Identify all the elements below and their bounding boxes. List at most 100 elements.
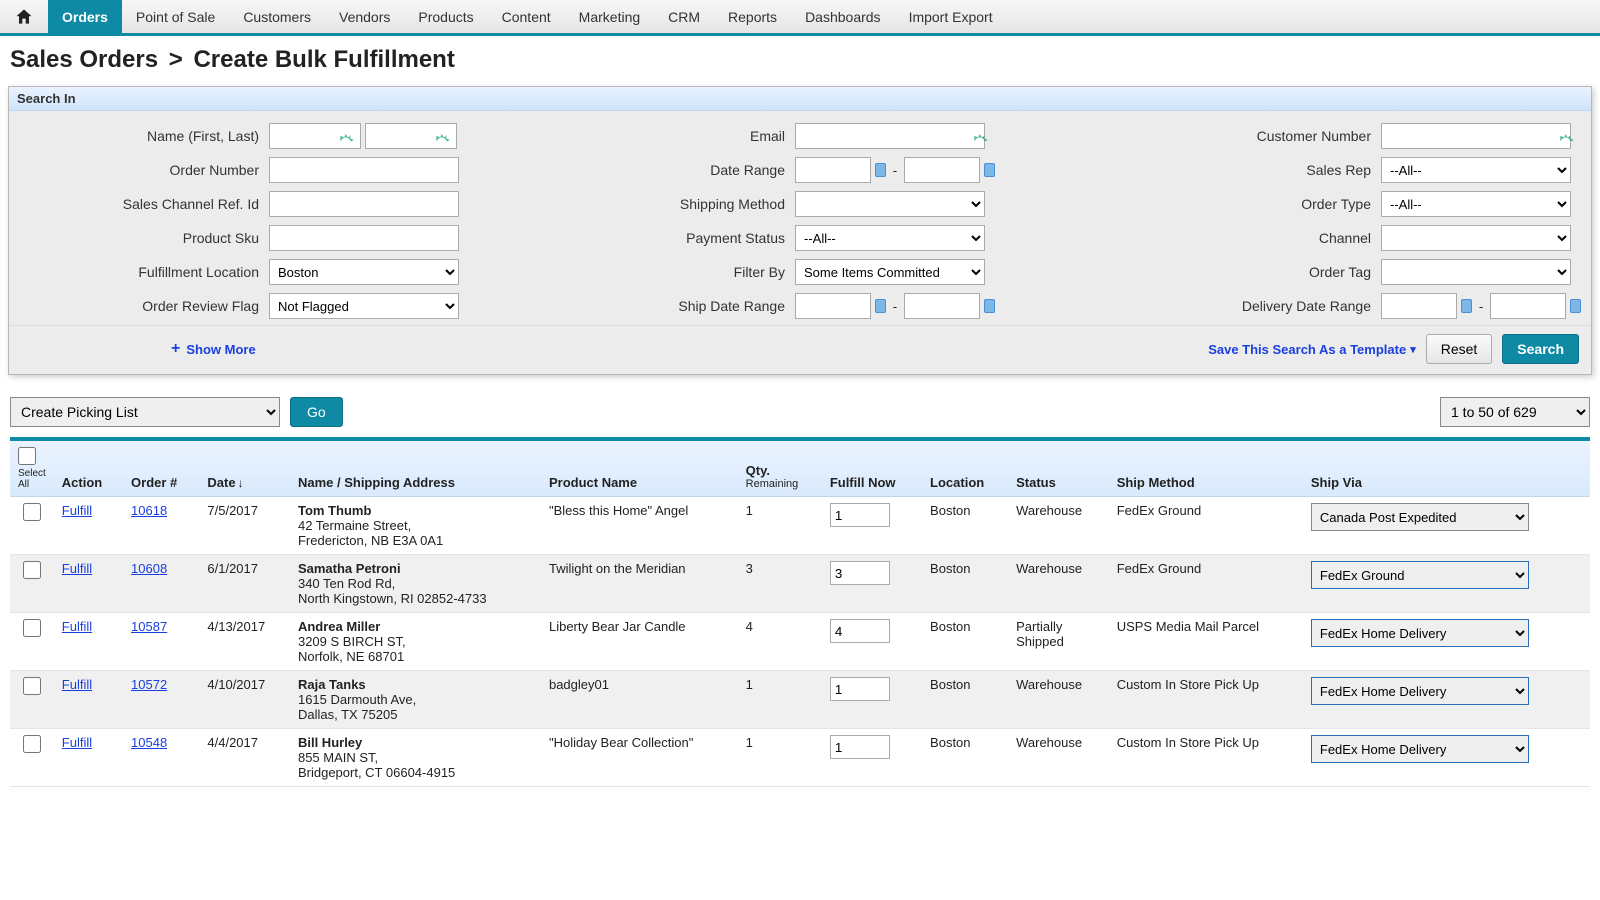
ship-via-select[interactable]: FedEx Home Delivery <box>1311 677 1529 705</box>
label-shipping-method: Shipping Method <box>655 196 795 212</box>
first-name-input[interactable] <box>269 123 361 149</box>
fulfill-link[interactable]: Fulfill <box>62 735 92 750</box>
show-more-link[interactable]: + Show More <box>171 340 256 358</box>
cell-name-addr: Bill Hurley855 MAIN ST,Bridgeport, CT 06… <box>290 729 541 787</box>
order-type-select[interactable]: --All-- <box>1381 191 1571 217</box>
payment-status-select[interactable]: --All-- <box>795 225 985 251</box>
order-tag-select[interactable] <box>1381 259 1571 285</box>
nav-tab-products[interactable]: Products <box>404 0 487 33</box>
nav-tab-import-export[interactable]: Import Export <box>895 0 1007 33</box>
channel-select[interactable] <box>1381 225 1571 251</box>
label-channel: Channel <box>1181 230 1381 246</box>
order-number-link[interactable]: 10587 <box>131 619 167 634</box>
calendar-icon[interactable] <box>875 299 886 313</box>
fulfill-now-input[interactable] <box>830 503 890 527</box>
col-product-name[interactable]: Product Name <box>541 441 738 497</box>
bulk-action-select[interactable]: Create Picking List <box>10 397 280 427</box>
calendar-icon[interactable] <box>984 299 995 313</box>
sales-rep-select[interactable]: --All-- <box>1381 157 1571 183</box>
search-button[interactable]: Search <box>1502 334 1579 364</box>
fulfill-now-input[interactable] <box>830 677 890 701</box>
fulfill-link[interactable]: Fulfill <box>62 619 92 634</box>
calendar-icon[interactable] <box>1570 299 1581 313</box>
col-action[interactable]: Action <box>54 441 123 497</box>
nav-tab-customers[interactable]: Customers <box>229 0 325 33</box>
fulfillment-location-select[interactable]: Boston <box>269 259 459 285</box>
calendar-icon[interactable] <box>1461 299 1472 313</box>
email-input[interactable] <box>795 123 985 149</box>
nav-tab-crm[interactable]: CRM <box>654 0 714 33</box>
label-order-number: Order Number <box>19 162 269 178</box>
col-qty-remaining[interactable]: Qty.Remaining <box>738 441 822 497</box>
fulfill-now-input[interactable] <box>830 619 890 643</box>
calendar-icon[interactable] <box>875 163 886 177</box>
ship-via-select[interactable]: FedEx Home Delivery <box>1311 735 1529 763</box>
save-search-template-link[interactable]: Save This Search As a Template ▾ <box>1208 342 1416 357</box>
select-all-checkbox[interactable] <box>18 447 36 465</box>
order-number-link[interactable]: 10618 <box>131 503 167 518</box>
fulfill-link[interactable]: Fulfill <box>62 677 92 692</box>
nav-tab-dashboards[interactable]: Dashboards <box>791 0 895 33</box>
cell-date: 4/4/2017 <box>199 729 290 787</box>
nav-tab-content[interactable]: Content <box>488 0 565 33</box>
delivery-date-from-input[interactable] <box>1381 293 1457 319</box>
nav-tab-orders[interactable]: Orders <box>48 0 122 33</box>
ship-via-select[interactable]: Canada Post Expedited <box>1311 503 1529 531</box>
cell-ship-method: Custom In Store Pick Up <box>1109 671 1303 729</box>
col-ship-via[interactable]: Ship Via <box>1303 441 1590 497</box>
fulfill-link[interactable]: Fulfill <box>62 561 92 576</box>
ship-via-select[interactable]: FedEx Ground <box>1311 561 1529 589</box>
cell-qty: 1 <box>738 497 822 555</box>
sales-channel-ref-input[interactable] <box>269 191 459 217</box>
ship-date-from-input[interactable] <box>795 293 871 319</box>
go-button[interactable]: Go <box>290 397 343 427</box>
date-to-input[interactable] <box>904 157 980 183</box>
product-sku-input[interactable] <box>269 225 459 251</box>
date-from-input[interactable] <box>795 157 871 183</box>
label-payment-status: Payment Status <box>655 230 795 246</box>
nav-tab-reports[interactable]: Reports <box>714 0 791 33</box>
fulfill-now-input[interactable] <box>830 735 890 759</box>
shipping-method-select[interactable] <box>795 191 985 217</box>
home-button[interactable] <box>0 0 48 33</box>
order-number-input[interactable] <box>269 157 459 183</box>
reset-button[interactable]: Reset <box>1426 334 1493 364</box>
ship-via-select[interactable]: FedEx Home Delivery <box>1311 619 1529 647</box>
filter-by-select[interactable]: Some Items Committed <box>795 259 985 285</box>
last-name-input[interactable] <box>365 123 457 149</box>
col-fulfill-now[interactable]: Fulfill Now <box>822 441 922 497</box>
cell-status: Warehouse <box>1008 671 1109 729</box>
pager-select[interactable]: 1 to 50 of 629 <box>1440 397 1590 427</box>
nav-tab-vendors[interactable]: Vendors <box>325 0 404 33</box>
fulfill-now-input[interactable] <box>830 561 890 585</box>
col-ship-method[interactable]: Ship Method <box>1109 441 1303 497</box>
order-number-link[interactable]: 10548 <box>131 735 167 750</box>
cell-date: 6/1/2017 <box>199 555 290 613</box>
delivery-date-to-input[interactable] <box>1490 293 1566 319</box>
cell-date: 4/10/2017 <box>199 671 290 729</box>
col-order-num[interactable]: Order # <box>123 441 199 497</box>
row-checkbox[interactable] <box>23 561 41 579</box>
col-date[interactable]: Date↓ <box>199 441 290 497</box>
nav-tab-marketing[interactable]: Marketing <box>565 0 654 33</box>
row-checkbox[interactable] <box>23 735 41 753</box>
cell-ship-method: FedEx Ground <box>1109 555 1303 613</box>
ship-date-to-input[interactable] <box>904 293 980 319</box>
col-status[interactable]: Status <box>1008 441 1109 497</box>
chevron-down-icon: ▾ <box>1410 343 1416 356</box>
col-location[interactable]: Location <box>922 441 1008 497</box>
customer-number-input[interactable] <box>1381 123 1571 149</box>
label-delivery-date-range: Delivery Date Range <box>1181 298 1381 314</box>
plus-icon: + <box>171 340 180 358</box>
row-checkbox[interactable] <box>23 619 41 637</box>
col-name-addr[interactable]: Name / Shipping Address <box>290 441 541 497</box>
breadcrumb-leaf: Create Bulk Fulfillment <box>193 46 454 73</box>
order-number-link[interactable]: 10608 <box>131 561 167 576</box>
order-review-flag-select[interactable]: Not Flagged <box>269 293 459 319</box>
fulfill-link[interactable]: Fulfill <box>62 503 92 518</box>
order-number-link[interactable]: 10572 <box>131 677 167 692</box>
row-checkbox[interactable] <box>23 677 41 695</box>
row-checkbox[interactable] <box>23 503 41 521</box>
calendar-icon[interactable] <box>984 163 995 177</box>
nav-tab-point-of-sale[interactable]: Point of Sale <box>122 0 229 33</box>
